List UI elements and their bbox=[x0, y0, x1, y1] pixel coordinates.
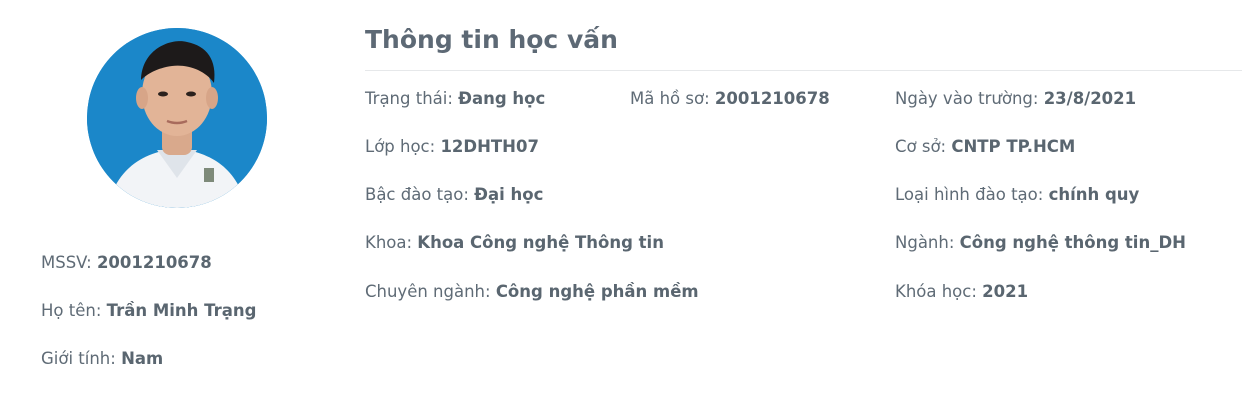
specialization-field: Chuyên ngành: Công nghệ phần mềm bbox=[365, 282, 699, 302]
course-field: Khóa học: 2021 bbox=[895, 282, 1028, 302]
enroll-date-value: 23/8/2021 bbox=[1043, 89, 1137, 108]
student-profile-panel: MSSV: 2001210678 Họ tên: Trần Minh Trạng… bbox=[0, 0, 340, 404]
mssv-value: 2001210678 bbox=[96, 253, 212, 272]
gender-value: Nam bbox=[121, 349, 164, 368]
major-label: Ngành: bbox=[895, 233, 955, 252]
enroll-date-label: Ngày vào trường: bbox=[895, 89, 1039, 108]
class-value: 12DHTH07 bbox=[440, 137, 539, 156]
campus-field: Cơ sở: CNTP TP.HCM bbox=[895, 137, 1075, 157]
enroll-date-field: Ngày vào trường: 23/8/2021 bbox=[895, 89, 1136, 109]
gender-label: Giới tính: bbox=[41, 349, 116, 368]
mssv-label: MSSV: bbox=[41, 253, 92, 272]
level-field: Bậc đào tạo: Đại học bbox=[365, 185, 543, 205]
training-type-field: Loại hình đào tạo: chính quy bbox=[895, 185, 1139, 205]
campus-label: Cơ sở: bbox=[895, 137, 947, 156]
course-value: 2021 bbox=[982, 282, 1029, 301]
campus-value: CNTP TP.HCM bbox=[951, 137, 1076, 156]
name-value: Trần Minh Trạng bbox=[106, 301, 257, 320]
faculty-value: Khoa Công nghệ Thông tin bbox=[417, 233, 664, 252]
record-field: Mã hồ sơ: 2001210678 bbox=[630, 89, 830, 109]
name-field: Họ tên: Trần Minh Trạng bbox=[41, 301, 256, 321]
faculty-field: Khoa: Khoa Công nghệ Thông tin bbox=[365, 233, 664, 253]
faculty-label: Khoa: bbox=[365, 233, 413, 252]
specialization-label: Chuyên ngành: bbox=[365, 282, 491, 301]
course-label: Khóa học: bbox=[895, 282, 977, 301]
record-label: Mã hồ sơ: bbox=[630, 89, 710, 108]
student-avatar bbox=[87, 28, 267, 208]
avatar-photo-icon bbox=[87, 28, 267, 208]
major-value: Công nghệ thông tin_DH bbox=[959, 233, 1186, 252]
record-value: 2001210678 bbox=[714, 89, 830, 108]
level-label: Bậc đào tạo: bbox=[365, 185, 469, 204]
level-value: Đại học bbox=[474, 185, 544, 204]
mssv-field: MSSV: 2001210678 bbox=[41, 253, 212, 273]
gender-field: Giới tính: Nam bbox=[41, 349, 163, 369]
status-value: Đang học bbox=[458, 89, 546, 108]
name-label: Họ tên: bbox=[41, 301, 102, 320]
class-label: Lớp học: bbox=[365, 137, 436, 156]
title-divider bbox=[365, 70, 1242, 71]
training-type-value: chính quy bbox=[1048, 185, 1140, 204]
section-title: Thông tin học vấn bbox=[365, 25, 618, 54]
status-field: Trạng thái: Đang học bbox=[365, 89, 545, 109]
training-type-label: Loại hình đào tạo: bbox=[895, 185, 1044, 204]
major-field: Ngành: Công nghệ thông tin_DH bbox=[895, 233, 1186, 253]
status-label: Trạng thái: bbox=[365, 89, 453, 108]
class-field: Lớp học: 12DHTH07 bbox=[365, 137, 539, 157]
specialization-value: Công nghệ phần mềm bbox=[495, 282, 699, 301]
